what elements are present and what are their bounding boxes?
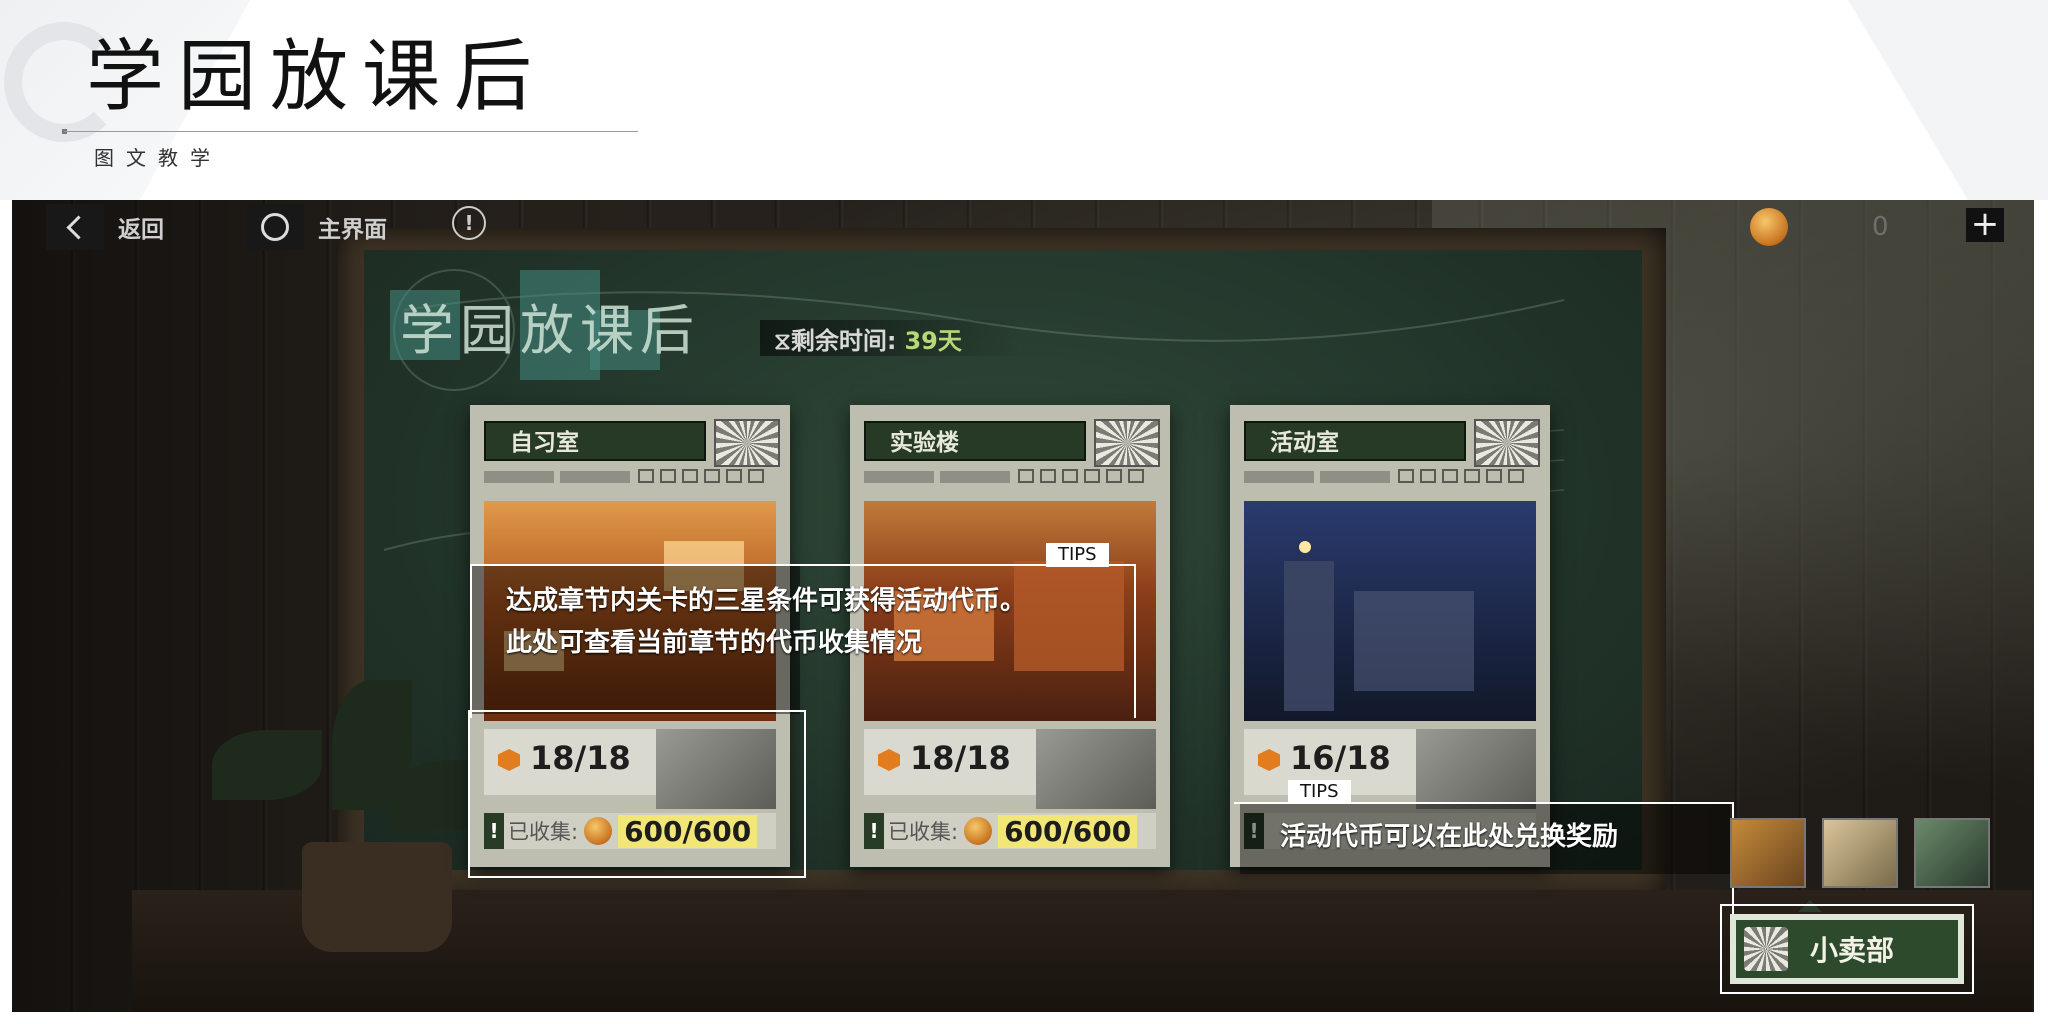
game-screenshot: 返回 主界面 ! 0 + 学园放课后 ⧖剩余时间: 39天 自习室 18/18 (12, 200, 2034, 1012)
plant-leaf (212, 730, 322, 800)
hex-star-icon (1258, 749, 1280, 771)
card-stripe (940, 471, 1010, 483)
chapter-image (1244, 501, 1536, 721)
exclaim-icon: ! (864, 813, 884, 849)
collect-label: 已收集: (888, 820, 959, 844)
coin-icon (1750, 208, 1788, 246)
back-chevron-icon (46, 204, 104, 250)
reward-item[interactable] (1914, 818, 1990, 888)
plus-icon[interactable]: + (1966, 207, 2004, 242)
badge-icon (1094, 419, 1160, 467)
chapter-title: 自习室 (484, 421, 706, 461)
info-icon[interactable]: ! (452, 206, 486, 240)
home-label: 主界面 (318, 217, 387, 243)
logo-text: 学园放课后 (400, 299, 700, 362)
badge-icon (714, 419, 780, 467)
card-boxes (1018, 469, 1144, 483)
highlight-collect (468, 710, 806, 878)
remaining-value: 39天 (904, 326, 962, 355)
highlight-shop (1720, 904, 1974, 994)
stat-thumbnail (1416, 729, 1536, 809)
coin-icon (964, 817, 993, 845)
collect-value: 600/600 (998, 814, 1138, 848)
home-button[interactable]: 主界面 (246, 204, 387, 250)
plant-pot (302, 842, 452, 952)
home-ring-icon (246, 204, 304, 250)
tip-1-line-1: 达成章节内关卡的三星条件可获得活动代币。 (506, 586, 1027, 616)
stat-thumbnail (1036, 729, 1156, 809)
slide-subtitle: 图文教学 (94, 146, 222, 170)
tip-1-tag: TIPS (1046, 543, 1109, 567)
header-bg-shape-right (1848, 0, 2048, 200)
card-boxes (1398, 469, 1524, 483)
star-progress: 18/18 (864, 729, 1156, 809)
remaining-time: ⧖剩余时间: 39天 (760, 320, 1022, 356)
back-label: 返回 (118, 217, 164, 243)
card-stripe (484, 471, 554, 483)
chapter-card-3[interactable]: 活动室 16/18 ! (1230, 405, 1550, 867)
star-progress-value: 16/18 (1290, 739, 1391, 777)
tip-2-tag: TIPS (1288, 780, 1351, 804)
back-button[interactable]: 返回 (46, 204, 164, 250)
badge-icon (1474, 419, 1540, 467)
coin-count: 0 (1872, 212, 1889, 242)
card-stripe (1320, 471, 1390, 483)
slide-title: 学园放课后 (86, 32, 547, 122)
reward-item[interactable] (1822, 818, 1898, 888)
tip-2-text: 活动代币可以在此处兑换奖励 (1280, 822, 1619, 852)
card-boxes (638, 469, 764, 483)
event-logo: 学园放课后 (390, 270, 730, 390)
star-progress-value: 18/18 (910, 739, 1011, 777)
tip-1-line-2: 此处可查看当前章节的代币收集情况 (506, 628, 923, 658)
card-stripe (560, 471, 630, 483)
chapter-title: 实验楼 (864, 421, 1086, 461)
title-rule (64, 131, 638, 132)
card-stripe (864, 471, 934, 483)
hex-star-icon (878, 749, 900, 771)
card-stripe (1244, 471, 1314, 483)
remaining-label: ⧖剩余时间: (774, 326, 897, 355)
collect-row: ! 已收集: 600/600 (864, 813, 1156, 849)
reward-item[interactable] (1730, 818, 1806, 888)
chapter-title: 活动室 (1244, 421, 1466, 461)
